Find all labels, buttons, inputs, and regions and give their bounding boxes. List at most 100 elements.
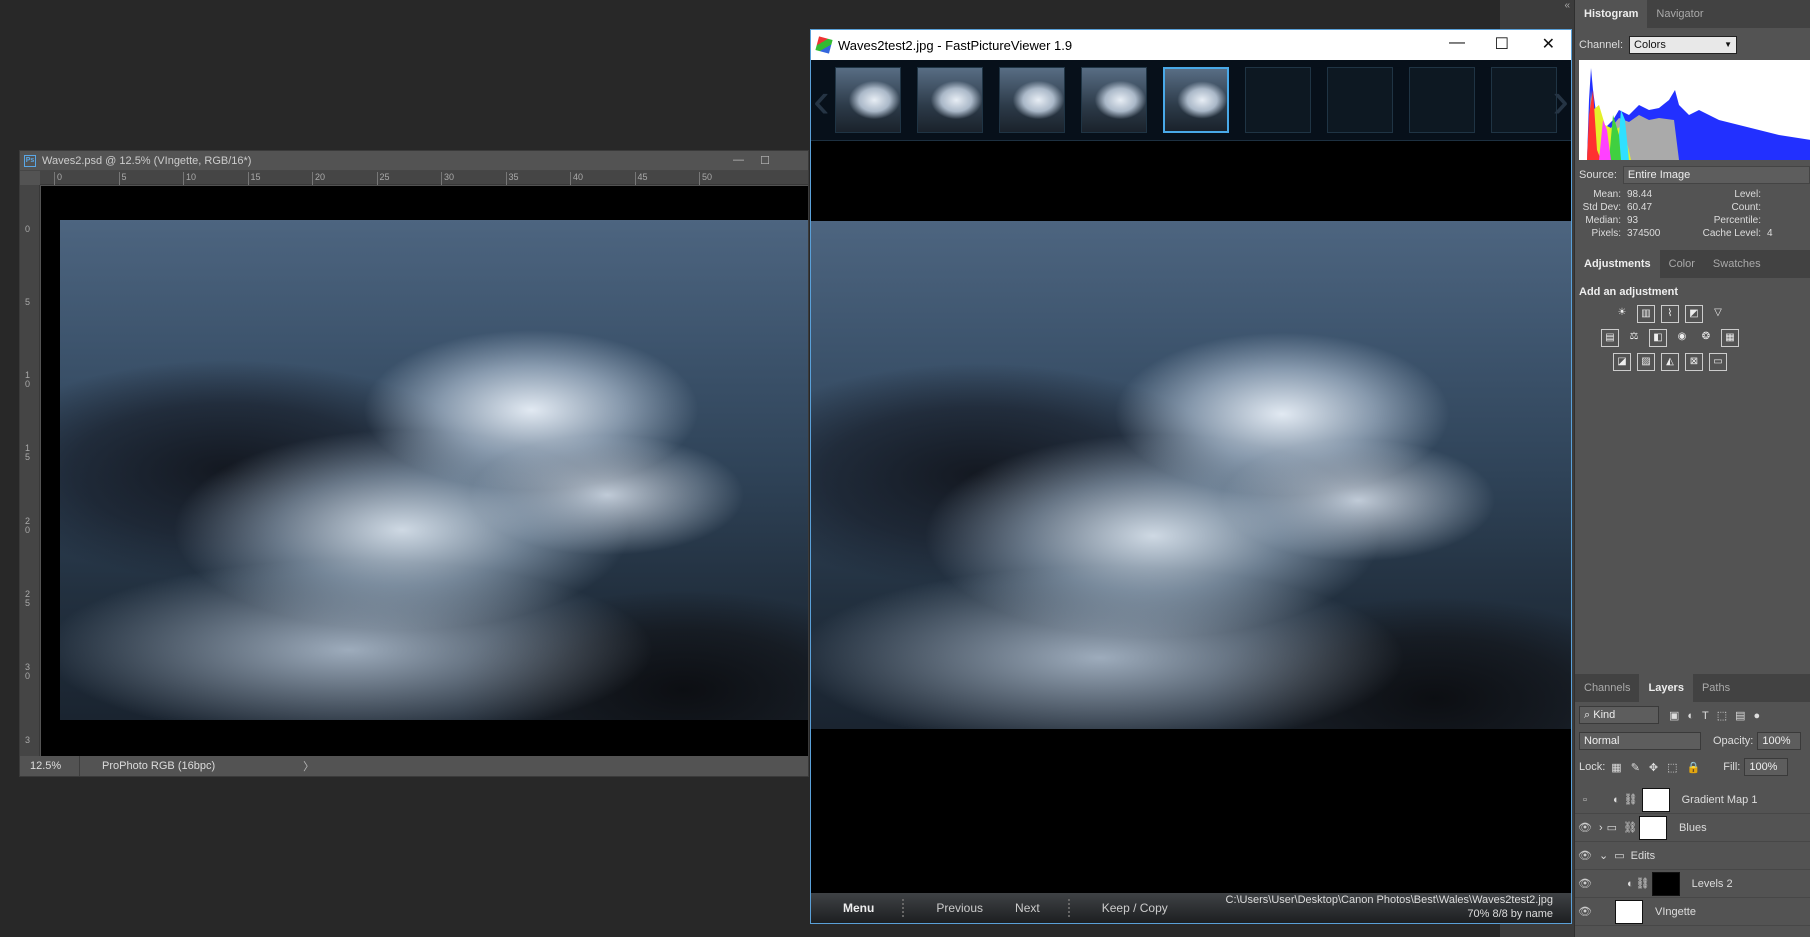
ruler-tick-label: 35 — [505, 172, 519, 185]
thumbnail[interactable] — [1081, 67, 1147, 133]
eye-icon[interactable]: 👁 — [1575, 821, 1595, 834]
tab-color[interactable]: Color — [1660, 250, 1704, 278]
thumbnail[interactable] — [999, 67, 1065, 133]
strip-right-arrow-icon[interactable]: › — [1552, 70, 1569, 130]
document-canvas[interactable] — [41, 186, 808, 756]
tab-navigator[interactable]: Navigator — [1647, 0, 1712, 28]
layers-list: ▫ ◐ ⛓ Gradient Map 1 👁 › ▭ ⛓ Blues 👁 ⌄ ▭… — [1575, 786, 1810, 926]
channel-label: Channel: — [1579, 39, 1624, 51]
adjustment-layer-icon: ◐ — [1627, 877, 1634, 890]
tab-adjustments[interactable]: Adjustments — [1575, 250, 1660, 278]
document-titlebar[interactable]: Ps Waves2.psd @ 12.5% (VIngette, RGB/16*… — [20, 151, 808, 171]
stat-label: Median: — [1585, 215, 1621, 226]
lock-row: Lock: ▦✎✥⬚🔒 Fill: 100% — [1575, 754, 1810, 780]
black-white-icon[interactable]: ◧ — [1649, 329, 1667, 347]
ruler-tick-label: 5 — [118, 172, 127, 185]
photo-filter-icon[interactable]: ◉ — [1673, 329, 1691, 347]
zoom-level[interactable]: 12.5% — [20, 756, 80, 776]
stat-value — [1767, 214, 1810, 227]
link-icon: ⛓ — [1635, 878, 1650, 890]
layer-row[interactable]: 👁 ◐ ⛓ Levels 2 — [1575, 870, 1810, 898]
previous-button[interactable]: Previous — [920, 901, 999, 915]
lock-icons[interactable]: ▦✎✥⬚🔒 — [1611, 761, 1709, 774]
layer-filter-icons[interactable]: ▣◐T⬚▤● — [1669, 709, 1768, 722]
layer-row[interactable]: 👁 ⌄ ▭ Edits — [1575, 842, 1810, 870]
image-viewport[interactable]: Menu Previous Next Keep / Copy C:\Users\… — [811, 141, 1571, 923]
thumbnail-strip: ‹ › — [811, 60, 1571, 141]
hue-saturation-icon[interactable]: ▤ — [1601, 329, 1619, 347]
expand-arrow-icon[interactable]: › — [1599, 822, 1603, 834]
kind-select[interactable]: ⌕ Kind — [1579, 706, 1659, 724]
posterize-icon[interactable]: ▨ — [1637, 353, 1655, 371]
channel-mixer-icon[interactable]: ❂ — [1697, 329, 1715, 347]
thumbnail-selected[interactable] — [1163, 67, 1229, 133]
thumbnail-empty — [1409, 67, 1475, 133]
brightness-icon[interactable]: ☀ — [1613, 305, 1631, 323]
maximize-icon[interactable]: ☐ — [760, 154, 770, 167]
layer-row[interactable]: 👁 VIngette — [1575, 898, 1810, 926]
source-select[interactable]: Entire Image — [1622, 166, 1810, 184]
vertical-ruler: 0 5 10 15 20 25 30 3 — [20, 185, 40, 756]
exposure-icon[interactable]: ◩ — [1685, 305, 1703, 323]
selective-color-icon[interactable]: ⊠ — [1685, 353, 1703, 371]
thumbnail[interactable] — [835, 67, 901, 133]
stat-label: Level: — [1734, 189, 1761, 200]
layer-row[interactable]: 👁 › ▭ ⛓ Blues — [1575, 814, 1810, 842]
eye-icon[interactable]: 👁 — [1575, 849, 1595, 862]
eye-icon[interactable]: 👁 — [1575, 905, 1595, 918]
threshold-icon[interactable]: ◭ — [1661, 353, 1679, 371]
layer-name: Edits — [1630, 849, 1656, 862]
collapse-panels-icon[interactable]: « — [1564, 0, 1570, 11]
strip-left-arrow-icon[interactable]: ‹ — [813, 70, 830, 130]
layer-thumbnail — [1615, 899, 1643, 924]
minimize-icon[interactable]: — — [1449, 34, 1465, 52]
eye-icon[interactable]: 👁 — [1575, 877, 1595, 890]
tab-paths[interactable]: Paths — [1693, 674, 1739, 702]
layer-row[interactable]: ▫ ◐ ⛓ Gradient Map 1 — [1575, 786, 1810, 814]
menu-button[interactable]: Menu — [827, 901, 890, 915]
levels-icon[interactable]: ▥ — [1637, 305, 1655, 323]
separator — [902, 899, 908, 917]
source-value: Entire Image — [1627, 169, 1691, 181]
tab-swatches[interactable]: Swatches — [1704, 250, 1770, 278]
fastpictureviewer-window: Waves2test2.jpg - FastPictureViewer 1.9 … — [810, 29, 1572, 924]
blend-mode-value: Normal — [1584, 735, 1620, 747]
fpv-titlebar[interactable]: Waves2test2.jpg - FastPictureViewer 1.9 … — [811, 30, 1571, 60]
opacity-input[interactable]: 100% — [1757, 732, 1802, 750]
tab-channels[interactable]: Channels — [1575, 674, 1639, 702]
channel-select[interactable]: Colors ▼ — [1629, 36, 1738, 54]
stat-value: 4 — [1767, 228, 1773, 239]
ruler-tick-label: 40 — [570, 172, 583, 185]
search-icon: ⌕ — [1584, 709, 1591, 721]
gradient-map-icon[interactable]: ▭ — [1709, 353, 1727, 371]
blend-mode-select[interactable]: Normal — [1579, 732, 1701, 750]
keep-copy-button[interactable]: Keep / Copy — [1086, 901, 1184, 915]
visibility-off-icon[interactable]: ▫ — [1575, 794, 1595, 806]
stat-value: 98.44 — [1627, 189, 1653, 200]
ruler-tick-label: 50 — [699, 172, 712, 185]
file-path: C:\Users\User\Desktop\Canon Photos\Best\… — [1225, 894, 1554, 906]
thumbnail[interactable] — [917, 67, 983, 133]
status-menu-arrow-icon[interactable]: 〉 — [303, 758, 314, 774]
curves-icon[interactable]: ⌇ — [1661, 305, 1679, 323]
collapse-arrow-icon[interactable]: ⌄ — [1599, 849, 1608, 862]
maximize-icon[interactable]: ☐ — [1495, 34, 1509, 54]
ruler-tick-label: 25 — [376, 172, 390, 185]
next-button[interactable]: Next — [999, 901, 1056, 915]
tab-histogram[interactable]: Histogram — [1575, 0, 1648, 28]
tab-layers[interactable]: Layers — [1639, 674, 1693, 702]
wave-photo — [60, 220, 808, 720]
ruler-tick-label: 0 — [25, 224, 31, 234]
fill-input[interactable]: 100% — [1744, 758, 1789, 776]
close-icon[interactable]: ✕ — [1542, 34, 1555, 54]
minimize-icon[interactable]: — — [733, 154, 744, 166]
color-lookup-icon[interactable]: ▦ — [1721, 329, 1739, 347]
stat-value: 93 — [1627, 215, 1639, 226]
adjustments-title: Add an adjustment — [1579, 286, 1679, 298]
stat-value: 60.47 — [1627, 202, 1653, 213]
invert-icon[interactable]: ◪ — [1613, 353, 1631, 371]
vibrance-icon[interactable]: ▽ — [1709, 305, 1727, 323]
color-balance-icon[interactable]: ⚖ — [1625, 329, 1643, 347]
channel-row: Channel: Colors ▼ — [1575, 36, 1810, 54]
ruler-tick-label: 0 — [54, 172, 62, 185]
